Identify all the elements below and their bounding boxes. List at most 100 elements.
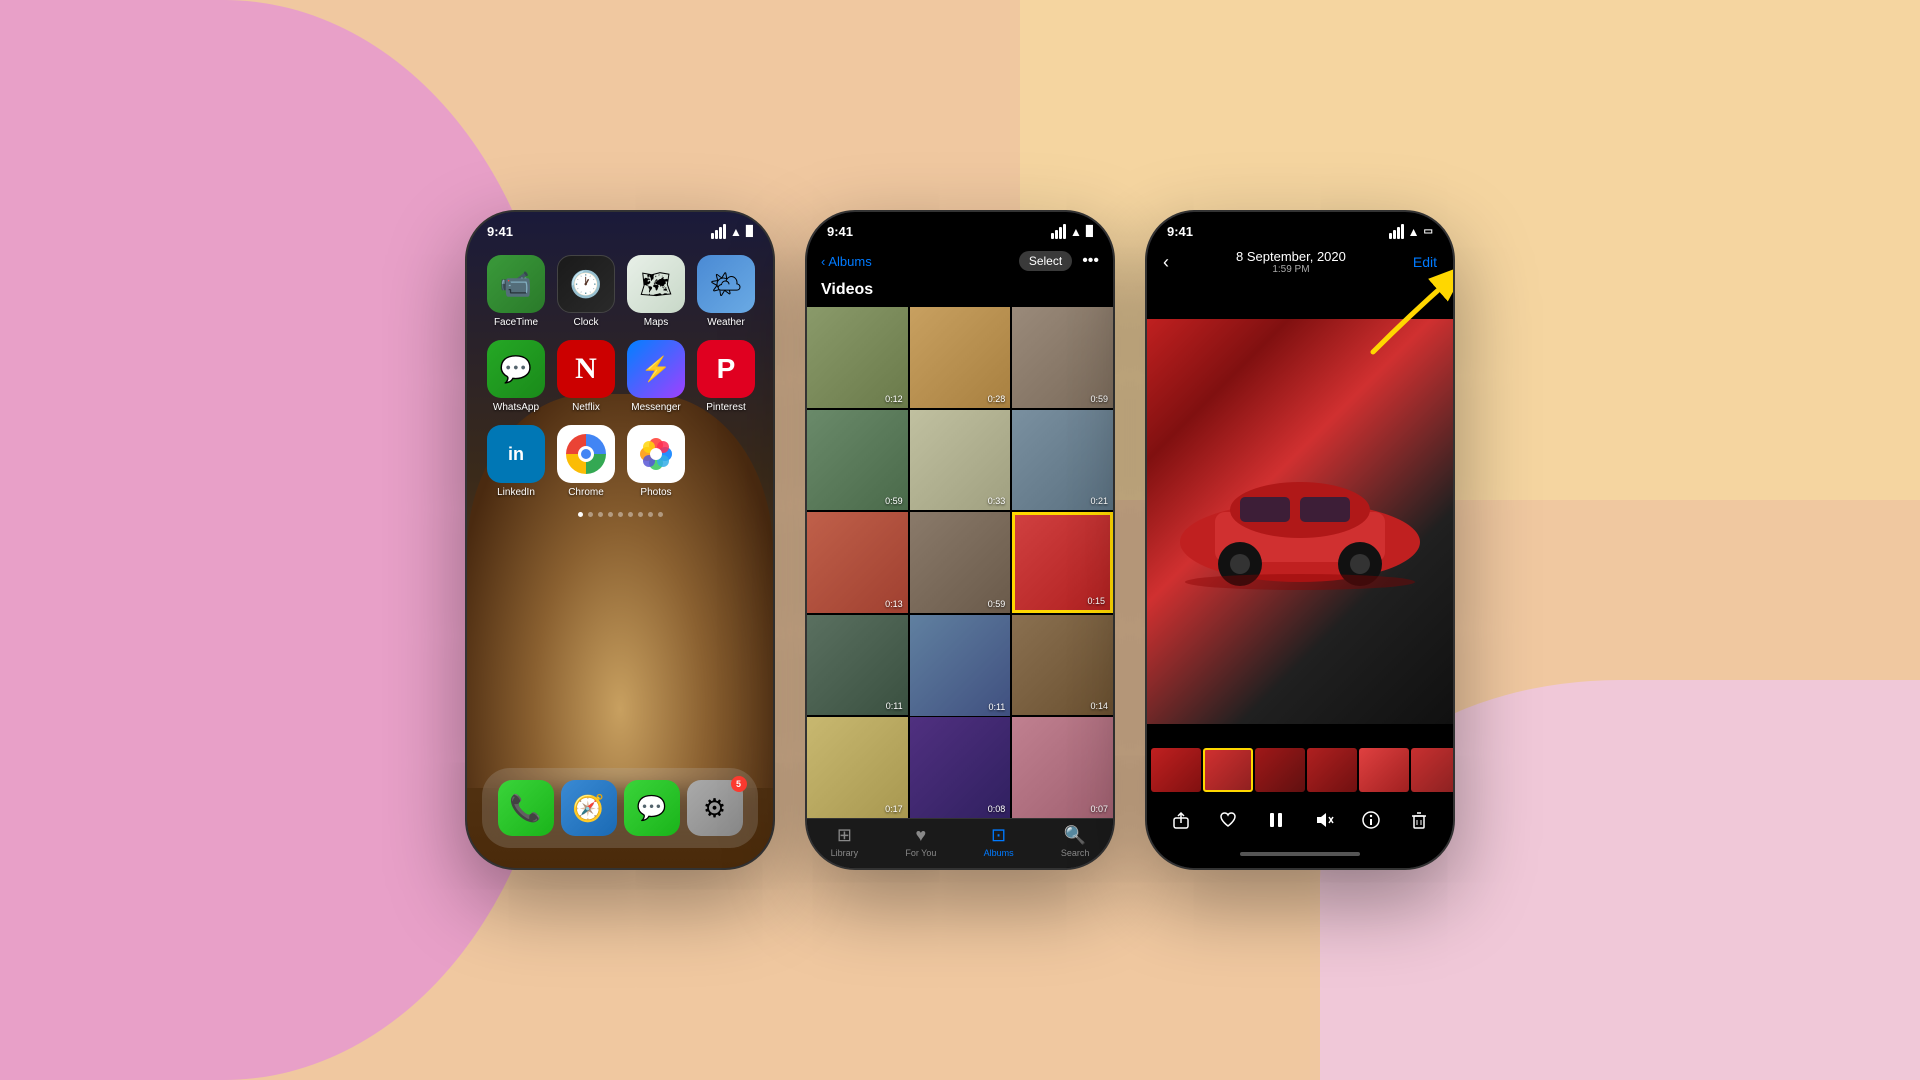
photos-label: Photos (640, 487, 671, 498)
video-duration-1: 0:12 (885, 394, 903, 404)
video-duration-3: 0:59 (1090, 394, 1108, 404)
player-video-area[interactable] (1147, 319, 1453, 724)
video-thumb-14[interactable]: 0:08 (910, 717, 1011, 818)
tab-albums[interactable]: ⊡ Albums (984, 825, 1014, 858)
app-netflix[interactable]: N Netflix (557, 340, 615, 413)
linkedin-icon: in (487, 425, 545, 483)
phone1-screen: 9:41 ▲ █ 📹 (467, 212, 773, 868)
messenger-label: Messenger (631, 402, 680, 413)
tab-search[interactable]: 🔍 Search (1061, 825, 1090, 858)
app-clock[interactable]: 🕐 Clock (557, 255, 615, 328)
app-linkedin[interactable]: in LinkedIn (487, 425, 545, 498)
video-thumb-4[interactable]: 0:59 (807, 410, 908, 511)
video-duration-15: 0:07 (1090, 804, 1108, 814)
video-thumb-2[interactable]: 0:28 (910, 307, 1011, 408)
dock-phone[interactable]: 📞 (498, 780, 554, 836)
app-facetime[interactable]: 📹 FaceTime (487, 255, 545, 328)
tab-bar: ⊞ Library ♥ For You ⊡ Albums 🔍 Search (807, 818, 1113, 868)
phone3-wifi-icon: ▲ (1408, 225, 1420, 239)
video-thumb-9[interactable]: 0:15 (1012, 512, 1113, 613)
video-thumb-15[interactable]: 0:07 (1012, 717, 1113, 818)
film-frame-6[interactable] (1411, 748, 1453, 792)
dock-messages[interactable]: 💬 (624, 780, 680, 836)
film-frame-2[interactable] (1203, 748, 1253, 792)
video-thumb-3[interactable]: 0:59 (1012, 307, 1113, 408)
app-messenger[interactable]: ⚡ Messenger (627, 340, 685, 413)
dock: 📞 🧭 💬 ⚙ 5 (482, 768, 758, 848)
more-options-icon[interactable]: ••• (1082, 252, 1099, 270)
video-thumb-12[interactable]: 0:14 (1012, 615, 1113, 716)
video-thumb-8[interactable]: 0:59 (910, 512, 1011, 613)
app-pinterest[interactable]: P Pinterest (697, 340, 755, 413)
film-frame-1[interactable] (1151, 748, 1201, 792)
phone2-time: 9:41 (827, 224, 853, 239)
tab-albums-label: Albums (984, 848, 1014, 858)
photos-flower-svg (637, 435, 675, 473)
like-button[interactable] (1212, 804, 1244, 836)
video-thumb-10[interactable]: 0:11 (807, 615, 908, 716)
video-thumb-1[interactable]: 0:12 (807, 307, 908, 408)
video-duration-6: 0:21 (1090, 496, 1108, 506)
select-button[interactable]: Select (1019, 251, 1072, 271)
video-duration-7: 0:13 (885, 599, 903, 609)
phone3-screen: 9:41 ▲ ▭ ‹ 8 September, 2020 (1147, 212, 1453, 868)
film-frame-4[interactable] (1307, 748, 1357, 792)
phone1-status-bar: 9:41 ▲ █ (467, 212, 773, 245)
video-duration-8: 0:59 (988, 599, 1006, 609)
mute-button[interactable] (1308, 804, 1340, 836)
film-frame-3[interactable] (1255, 748, 1305, 792)
phone3-battery-icon: ▭ (1424, 226, 1433, 237)
for-you-icon: ♥ (916, 825, 927, 846)
video-duration-5: 0:33 (988, 496, 1006, 506)
delete-icon (1409, 810, 1429, 830)
dock-settings[interactable]: ⚙ 5 (687, 780, 743, 836)
video-thumb-13[interactable]: 0:17 (807, 717, 908, 818)
player-controls (1147, 796, 1453, 844)
chrome-label: Chrome (568, 487, 604, 498)
video-thumb-7[interactable]: 0:13 (807, 512, 908, 613)
page-dots (467, 512, 773, 517)
player-bottom-black (1147, 724, 1453, 744)
video-thumb-6[interactable]: 0:21 (1012, 410, 1113, 511)
chrome-icon (557, 425, 615, 483)
home-indicator-area (1147, 844, 1453, 868)
phone-homescreen: 9:41 ▲ █ 📹 (465, 210, 775, 870)
info-button[interactable] (1355, 804, 1387, 836)
dock-safari[interactable]: 🧭 (561, 780, 617, 836)
library-icon: ⊞ (837, 825, 852, 846)
player-top-black (1147, 279, 1453, 319)
clock-icon: 🕐 (557, 255, 615, 313)
back-to-albums[interactable]: ‹ Albums (821, 254, 872, 269)
pause-icon (1265, 809, 1287, 831)
pinterest-icon: P (697, 340, 755, 398)
phone2-screen: 9:41 ▲ █ ‹ Albums (807, 212, 1113, 868)
app-weather[interactable]: 🌤 Weather (697, 255, 755, 328)
app-maps[interactable]: 🗺 Maps (627, 255, 685, 328)
phone3-status-bar: 9:41 ▲ ▭ (1147, 212, 1453, 245)
phone-videos: 9:41 ▲ █ ‹ Albums (805, 210, 1115, 870)
phone2-signal-icon (1051, 224, 1066, 239)
video-content (1147, 319, 1453, 724)
edit-button[interactable]: Edit (1413, 254, 1437, 270)
video-thumb-11[interactable]: 0:11 (910, 615, 1011, 716)
video-thumb-5[interactable]: 0:33 (910, 410, 1011, 511)
player-time: 1:59 PM (1169, 264, 1413, 275)
whatsapp-icon: 💬 (487, 340, 545, 398)
app-whatsapp[interactable]: 💬 WhatsApp (487, 340, 545, 413)
netflix-icon: N (557, 340, 615, 398)
wifi-icon: ▲ (730, 225, 742, 239)
delete-button[interactable] (1403, 804, 1435, 836)
app-chrome[interactable]: Chrome (557, 425, 615, 498)
back-chevron-icon: ‹ (821, 254, 825, 269)
tab-library[interactable]: ⊞ Library (831, 825, 859, 858)
maps-label: Maps (644, 317, 668, 328)
heart-icon (1218, 810, 1238, 830)
tab-for-you[interactable]: ♥ For You (905, 825, 936, 858)
film-frame-5[interactable] (1359, 748, 1409, 792)
share-button[interactable] (1165, 804, 1197, 836)
video-grid: 0:12 0:28 0:59 0:59 0:33 (807, 307, 1113, 818)
pause-button[interactable] (1260, 804, 1292, 836)
app-photos[interactable]: Photos (627, 425, 685, 498)
albums-header: ‹ Albums Select ••• (807, 245, 1113, 277)
phone2-battery-icon: █ (1086, 226, 1093, 237)
